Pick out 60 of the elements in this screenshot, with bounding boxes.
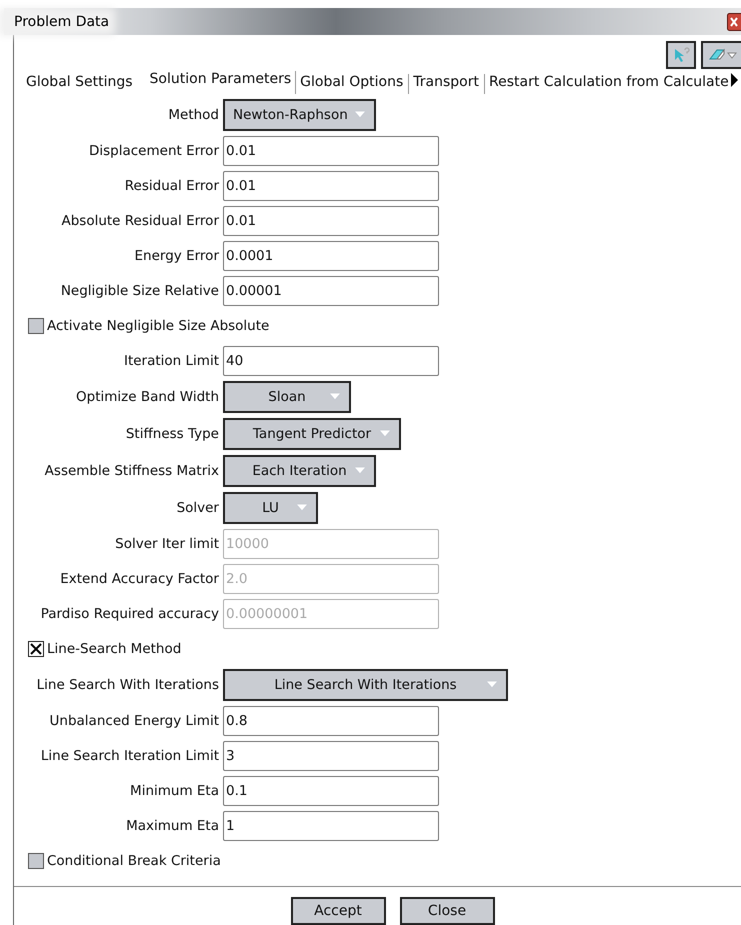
- scroll-right-icon[interactable]: [730, 73, 738, 87]
- field-label: Minimum Eta: [129, 783, 219, 799]
- field-label: Displacement Error: [88, 143, 219, 159]
- field-label: Negligible Size Relative: [60, 283, 219, 299]
- checkbox-label: Conditional Break Criteria: [47, 853, 221, 869]
- caret-icon: [329, 393, 341, 401]
- field-label: Stiffness Type: [124, 426, 219, 442]
- checkbox-label: Line-Search Method: [47, 641, 182, 657]
- input-field[interactable]: 3: [223, 741, 439, 771]
- field-label: Line Search With Iterations: [36, 677, 219, 693]
- pointer-question-icon: [672, 47, 690, 63]
- dropdown[interactable]: Line Search With Iterations: [223, 669, 508, 701]
- input-field[interactable]: 0.1: [223, 776, 439, 806]
- dropdown[interactable]: Each Iteration: [223, 455, 376, 487]
- field-label: Assemble Stiffness Matrix: [44, 463, 219, 479]
- field-label: Method: [167, 107, 219, 123]
- caret-icon: [296, 504, 308, 512]
- eraser-dropdown-button[interactable]: [701, 41, 741, 69]
- window-title: Problem Data: [4, 14, 110, 30]
- tab[interactable]: Global Options: [296, 74, 410, 94]
- caret-icon: [354, 111, 366, 119]
- input-field[interactable]: 0.0001: [223, 241, 439, 271]
- input-field[interactable]: 0.01: [223, 136, 439, 166]
- field-label: Iteration Limit: [122, 353, 219, 369]
- checkbox-label: Activate Negligible Size Absolute: [47, 318, 270, 334]
- tab[interactable]: Restart Calculation from Calculate: [485, 74, 731, 94]
- dropdown[interactable]: Newton-Raphson: [223, 99, 376, 131]
- dropdown[interactable]: Sloan: [223, 381, 351, 413]
- tab[interactable]: Global Settings: [22, 74, 138, 94]
- tab[interactable]: Solution Parameters: [138, 71, 296, 94]
- input-field[interactable]: 0.00001: [223, 276, 439, 306]
- checkbox[interactable]: [28, 641, 44, 657]
- field-label: Solver Iter limit: [114, 536, 219, 552]
- field-label: Unbalanced Energy Limit: [48, 713, 219, 729]
- field-label: Residual Error: [124, 178, 219, 194]
- field-label: Solver: [176, 500, 219, 516]
- input-field[interactable]: 0.01: [223, 206, 439, 236]
- caret-icon: [354, 467, 366, 475]
- checkbox[interactable]: [28, 853, 44, 869]
- caret-icon: [379, 430, 391, 438]
- input-field[interactable]: 0.8: [223, 706, 439, 736]
- input-field[interactable]: 40: [223, 346, 439, 376]
- dialog-button[interactable]: Accept: [290, 897, 386, 925]
- checkbox[interactable]: [28, 318, 44, 334]
- dropdown[interactable]: LU: [223, 492, 318, 524]
- input-field[interactable]: 0.01: [223, 171, 439, 201]
- field-label: Optimize Band Width: [75, 389, 219, 405]
- close-icon[interactable]: [727, 12, 741, 30]
- caret-icon: [486, 681, 498, 689]
- dialog-button[interactable]: Close: [400, 897, 494, 925]
- field-label: Pardiso Required accuracy: [40, 606, 219, 622]
- field-label: Absolute Residual Error: [60, 213, 219, 229]
- field-label: Line Search Iteration Limit: [40, 748, 219, 764]
- field-label: Energy Error: [134, 248, 219, 264]
- input-field[interactable]: 1: [223, 811, 439, 841]
- dropdown[interactable]: Tangent Predictor: [223, 418, 401, 450]
- field-label: Extend Accuracy Factor: [59, 571, 219, 587]
- tab[interactable]: Transport: [409, 74, 485, 94]
- help-pointer-button[interactable]: [666, 41, 696, 69]
- field-label: Maximum Eta: [125, 818, 219, 834]
